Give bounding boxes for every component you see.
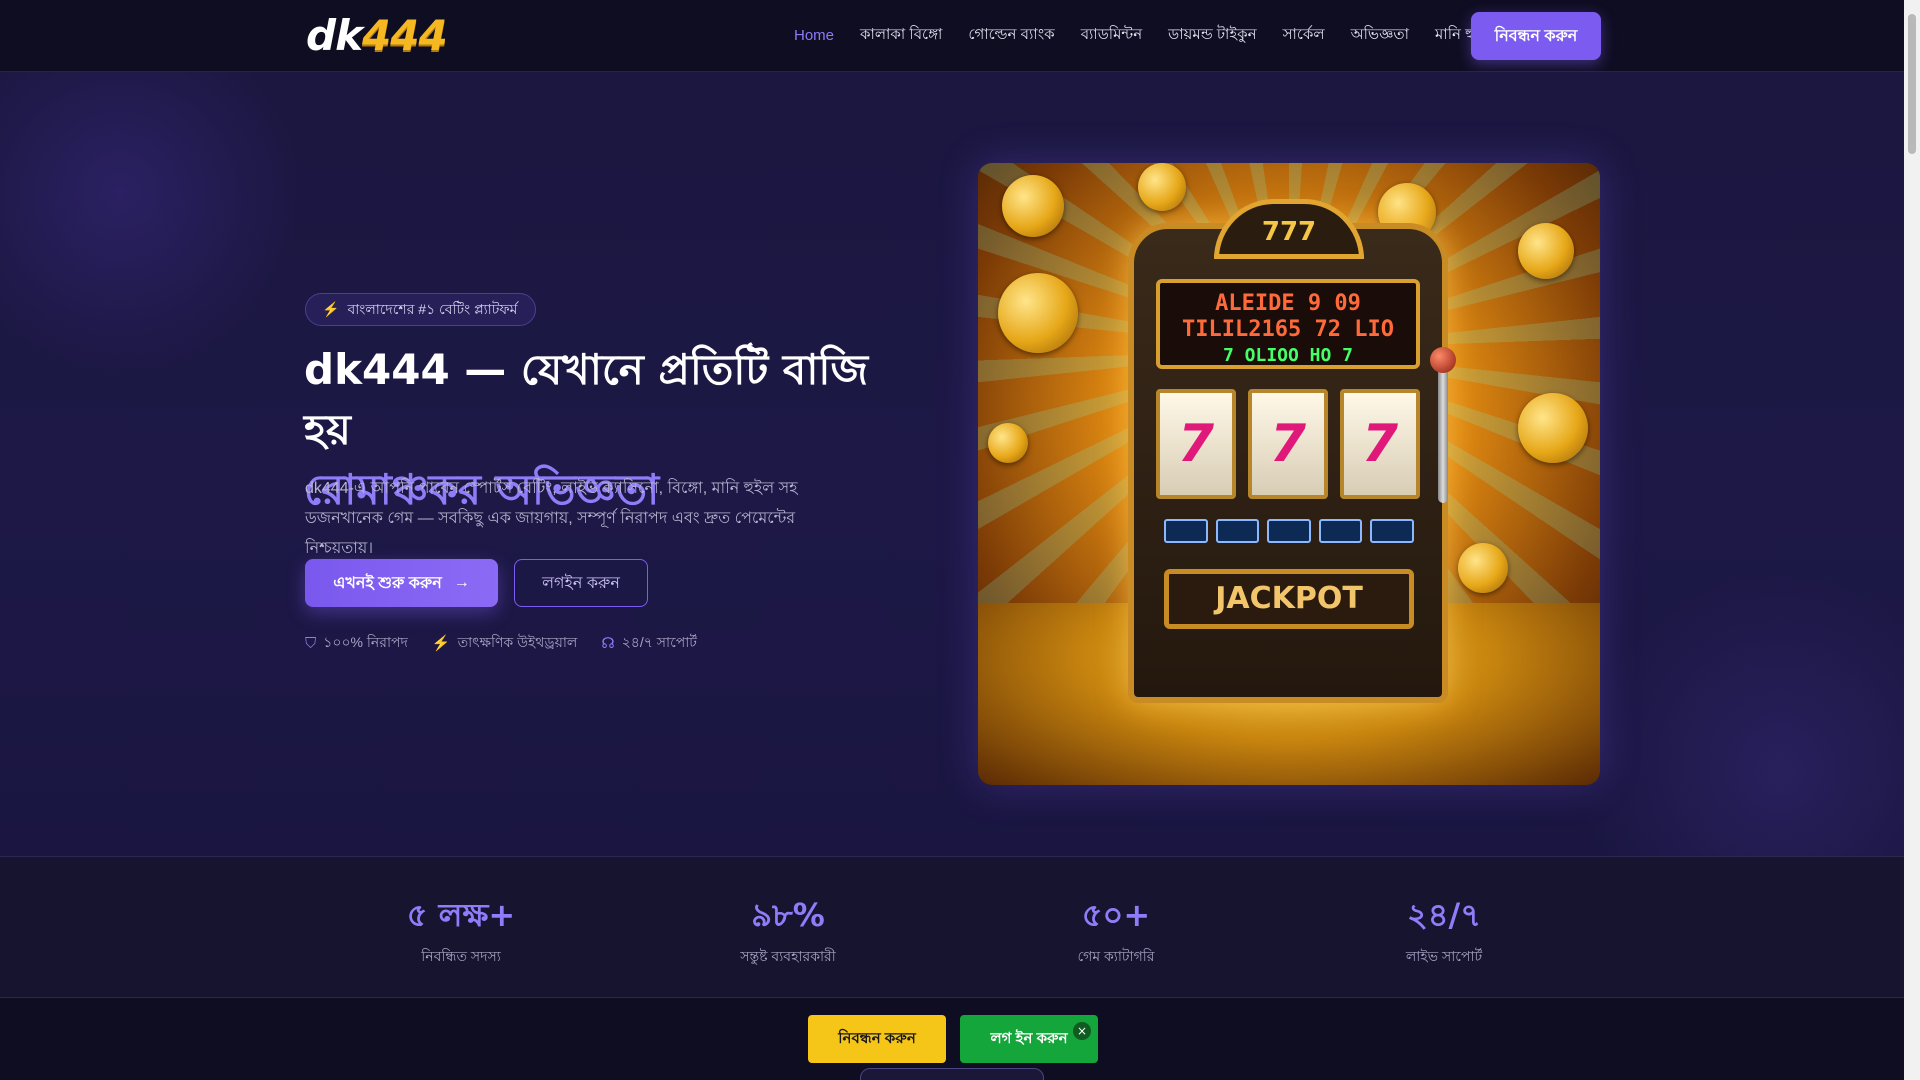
stats-section: ৫ লক্ষ+ নিবন্ধিত সদস্য ৯৮% সন্তুষ্ট ব্যব… (0, 856, 1904, 998)
reel: 7 (1340, 389, 1420, 499)
stat-value: ৫০+ (1081, 896, 1151, 934)
coin-graphic (998, 273, 1078, 353)
feature-safe-label: ১০০% নিরাপদ (323, 634, 408, 650)
stat-label: নিবন্ধিত সদস্য (421, 948, 501, 964)
stat-label: লাইভ সাপোর্ট (1405, 948, 1483, 964)
sticky-bottom-bar: নিবন্ধন করুন লগ ইন করুন × (0, 998, 1904, 1080)
machine-marquee: ALEIDE 9 09 TILIL2165 72 LIO 7 OLIOO HO … (1156, 279, 1420, 369)
feature-support: ☊ ২৪/৭ সাপোর্ট (601, 631, 697, 655)
bottom-peek-element (860, 1068, 1044, 1080)
coin-graphic (1458, 543, 1508, 593)
scrollbar-thumb[interactable] (1908, 14, 1916, 154)
machine-controls (1164, 519, 1414, 543)
main-nav: Home কালাকা বিঙ্গো গোল্ডেন ব্যাংক ব্যাডম… (794, 20, 1520, 50)
nav-golden-bank[interactable]: গোল্ডেন ব্যাংক (968, 23, 1054, 48)
bolt-icon: ⚡ (431, 635, 451, 652)
feature-withdrawal-label: তাৎক্ষণিক উইথড্রয়াল (457, 634, 578, 650)
stat-value: ২৪/৭ (1406, 896, 1482, 934)
hero-features: ⛉ ১০০% নিরাপদ ⚡ তাৎক্ষণিক উইথড্রয়াল ☊ ২… (305, 632, 697, 654)
arrow-right-icon: → (453, 574, 470, 591)
feature-support-label: ২৪/৭ সাপোর্ট (621, 634, 697, 650)
reel: 7 (1248, 389, 1328, 499)
hero-title-line1: dk444 — যেখানে প্রতিটি বাজি হয় (304, 345, 869, 454)
stat-members: ৫ লক্ষ+ নিবন্ধিত সদস্য (297, 857, 625, 999)
nav-kalaka-bingo[interactable]: কালাকা বিঙ্গো (860, 23, 942, 48)
coin-graphic (1518, 393, 1588, 463)
site-header: dk 444 Home কালাকা বিঙ্গো গোল্ডেন ব্যাংক … (0, 0, 1904, 72)
hero-login-button[interactable]: লগইন করুন (514, 559, 648, 607)
dk444-logo[interactable]: dk 444 (306, 11, 448, 60)
reel: 7 (1156, 389, 1236, 499)
hero-section (0, 72, 1904, 856)
close-icon[interactable]: × (1073, 1022, 1091, 1040)
nav-badminton[interactable]: ব্যাডমিন্টন (1081, 23, 1142, 48)
stat-categories: ৫০+ গেম ক্যাটাগরি (952, 857, 1280, 999)
nav-home[interactable]: Home (794, 27, 834, 44)
nav-circle[interactable]: সার্কেল (1283, 23, 1325, 48)
machine-lever (1430, 347, 1456, 503)
headset-icon: ☊ (601, 635, 615, 652)
hero-badge: ⚡ বাংলাদেশের #১ বেটিং প্ল্যাটফর্ম (305, 293, 537, 326)
start-now-button[interactable]: এখনই শুরু করুন → (305, 559, 498, 607)
hero-description: dk444-এ আপনি পাবেন স্পোর্টস বেটিং, লাইভ … (305, 480, 798, 557)
slot-machine-graphic: 777 ALEIDE 9 09 TILIL2165 72 LIO 7 OLIOO… (1128, 199, 1448, 703)
stat-support: ২৪/৭ লাইভ সাপোর্ট (1280, 857, 1608, 999)
coin-graphic (1518, 223, 1574, 279)
machine-reels: 7 7 7 (1156, 389, 1420, 499)
bottom-register-button[interactable]: নিবন্ধন করুন (808, 1015, 946, 1063)
stat-satisfied: ৯৮% সন্তুষ্ট ব্যবহারকারী (624, 857, 952, 999)
bolt-icon: ⚡ (322, 301, 340, 317)
stat-label: গেম ক্যাটাগরি (1077, 948, 1155, 964)
stat-value: ৯৮% (751, 896, 825, 934)
slot-machine-image: 777 ALEIDE 9 09 TILIL2165 72 LIO 7 OLIOO… (978, 163, 1600, 785)
coin-graphic (1002, 175, 1064, 237)
stat-value: ৫ লক্ষ+ (406, 896, 516, 934)
coin-graphic (988, 423, 1028, 463)
header-register-button[interactable]: নিবন্ধন করুন (1471, 12, 1601, 60)
feature-withdrawal: ⚡ তাৎক্ষণিক উইথড্রয়াল (432, 631, 578, 655)
coin-graphic (1138, 163, 1186, 211)
start-now-label: এখনই শুরু করুন (333, 574, 442, 592)
nav-experience[interactable]: অভিজ্ঞতা (1351, 23, 1409, 48)
stat-label: সন্তুষ্ট ব্যবহারকারী (740, 948, 836, 964)
jackpot-sign: JACKPOT (1164, 569, 1414, 629)
page-scrollbar[interactable] (1904, 0, 1920, 1080)
hero-badge-label: বাংলাদেশের #১ বেটিং প্ল্যাটফর্ম (347, 300, 518, 317)
shield-icon: ⛉ (305, 634, 317, 652)
nav-diamond-tycoon[interactable]: ডায়মন্ড টাইকুন (1168, 23, 1256, 48)
feature-safe: ⛉ ১০০% নিরাপদ (305, 631, 408, 655)
